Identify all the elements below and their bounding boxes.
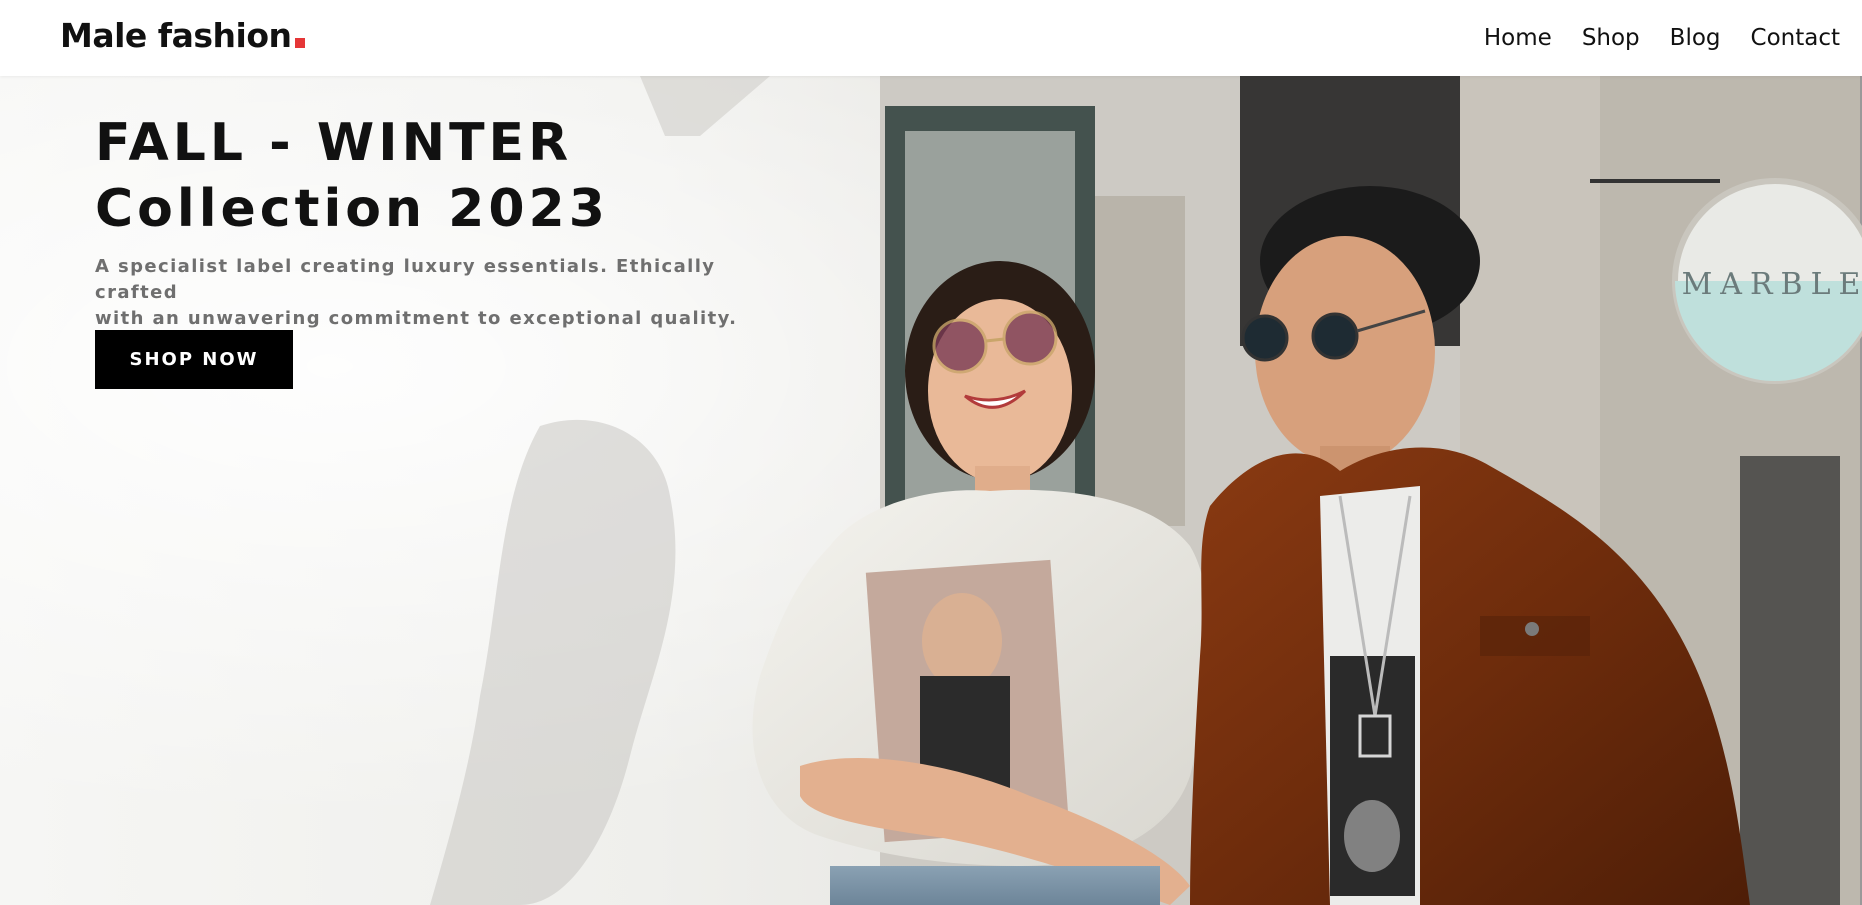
nav-shop[interactable]: Shop <box>1582 18 1640 58</box>
logo-dot <box>294 38 305 48</box>
hero-description-line-1: A specialist label creating luxury essen… <box>95 256 716 303</box>
site-header: Male fashion Home Shop Blog Contact <box>0 0 1862 76</box>
hero-section: MARBLE FALL - WINTER Collection 2023 A s… <box>0 76 1862 905</box>
hero-title: FALL - WINTER Collection 2023 <box>95 110 895 242</box>
hero-description-line-2: with an unwavering commitment to excepti… <box>95 308 738 329</box>
hero-title-line-1: FALL - WINTER <box>95 113 573 173</box>
nav-blog[interactable]: Blog <box>1670 18 1721 58</box>
hero-description: A specialist label creating luxury essen… <box>95 254 795 332</box>
logo[interactable]: Male fashion <box>60 10 305 56</box>
hero-title-line-2: Collection 2023 <box>95 179 609 239</box>
shop-now-button[interactable]: SHOP NOW <box>95 330 293 389</box>
nav-home[interactable]: Home <box>1484 18 1552 58</box>
main-nav: Home Shop Blog Contact <box>1454 18 1840 58</box>
nav-contact[interactable]: Contact <box>1751 18 1840 58</box>
sign-text: MARBLE <box>1682 267 1862 302</box>
logo-text: Male fashion <box>60 16 292 55</box>
